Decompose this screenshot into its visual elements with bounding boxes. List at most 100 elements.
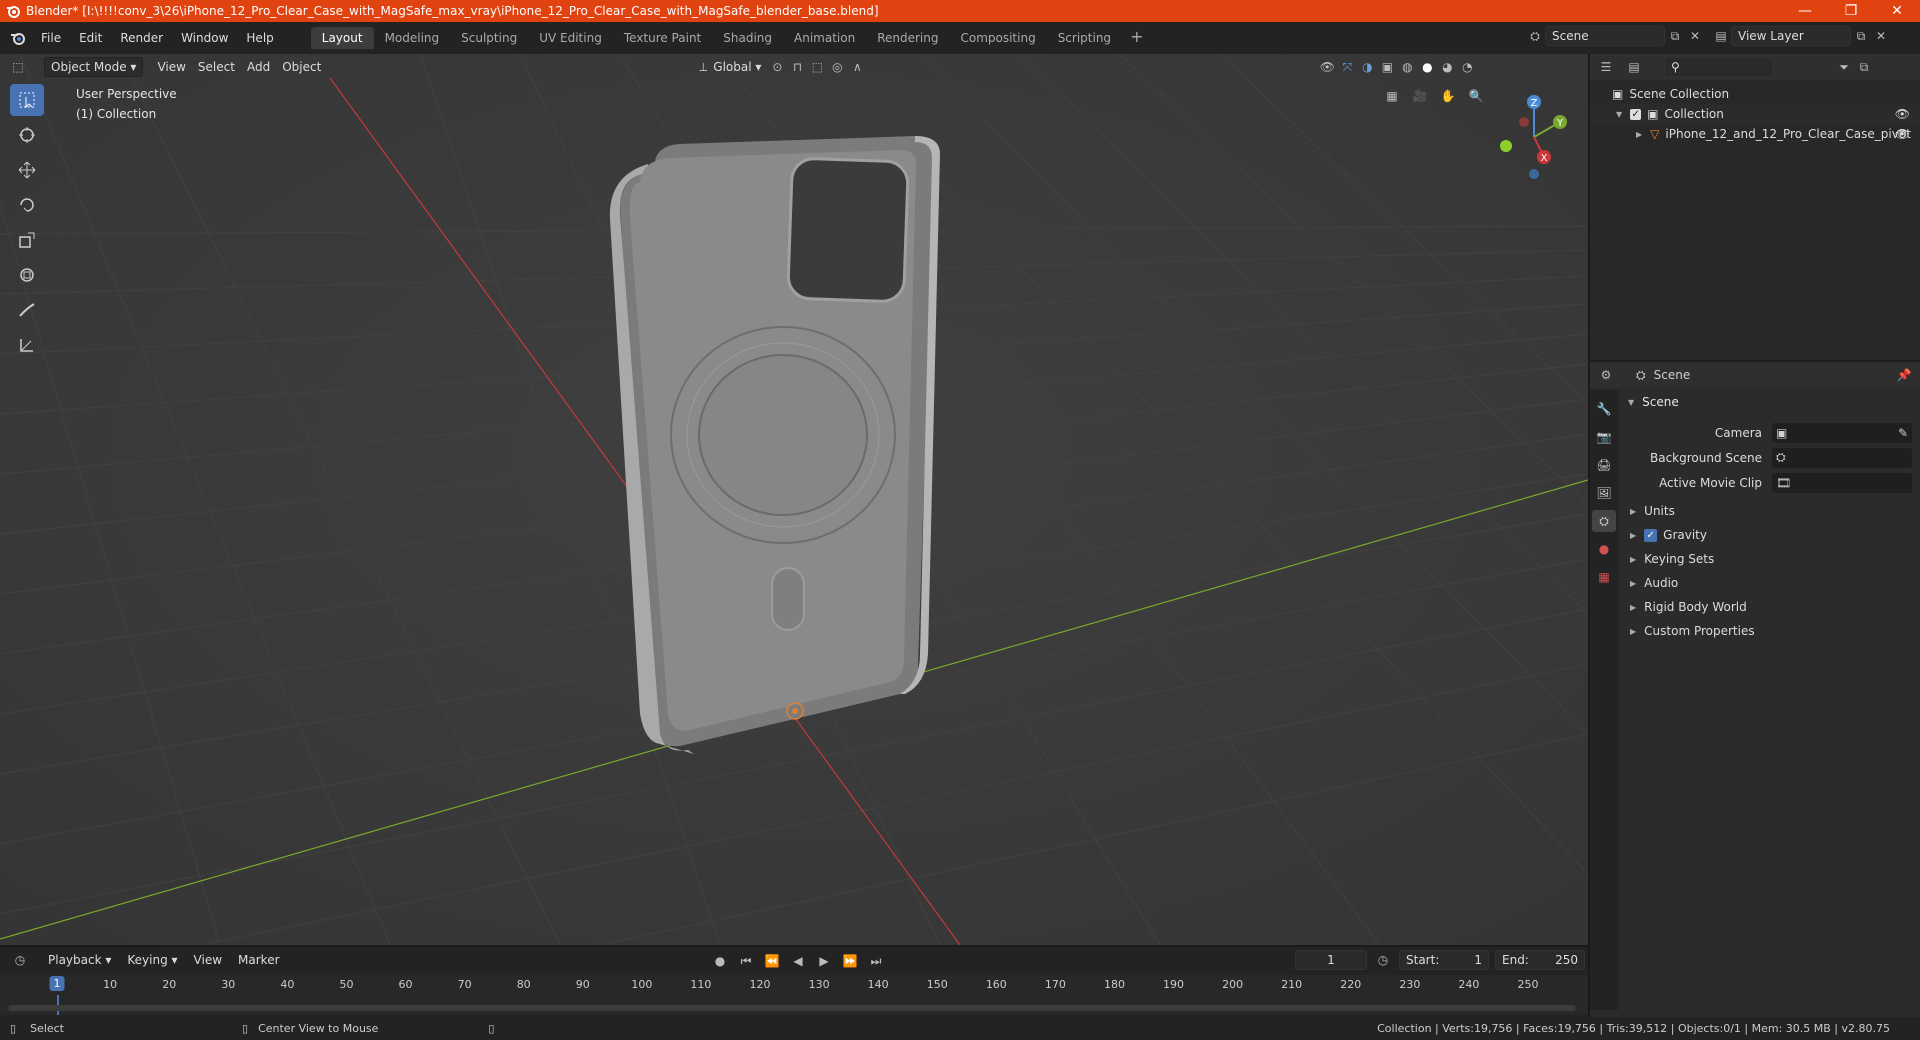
- tab-rendering[interactable]: Rendering: [866, 27, 949, 49]
- playhead-frame-badge[interactable]: 1: [49, 976, 65, 991]
- viewport-menu-add[interactable]: Add: [241, 57, 276, 77]
- blender-menu-icon[interactable]: [4, 26, 32, 50]
- properties-editor-icon[interactable]: ⚙: [1596, 365, 1616, 385]
- gravity-checkbox[interactable]: ✓: [1644, 528, 1658, 542]
- rotate-tool[interactable]: [10, 189, 44, 221]
- outliner-scene-collection[interactable]: ▣ Scene Collection: [1590, 84, 1920, 104]
- scene-icon[interactable]: ⛭: [1525, 26, 1545, 46]
- menu-help[interactable]: Help: [237, 31, 282, 45]
- tab-layout[interactable]: Layout: [310, 27, 374, 49]
- outliner-search-input[interactable]: ⚲: [1664, 57, 1774, 77]
- preview-range-icon[interactable]: ◷: [1373, 950, 1393, 970]
- world-tab-icon[interactable]: ●: [1592, 538, 1616, 560]
- current-frame-field[interactable]: 1: [1295, 950, 1367, 970]
- display-mode-icon[interactable]: ▤: [1624, 57, 1644, 77]
- snap-icon[interactable]: ⊓: [787, 57, 807, 77]
- jump-start-icon[interactable]: ⏮: [736, 951, 756, 971]
- active-movie-clip-field[interactable]: 🎞: [1772, 472, 1912, 493]
- outliner-object-row[interactable]: ▶ ▽ iPhone_12_and_12_Pro_Clear_Case_pivo…: [1590, 124, 1920, 144]
- background-scene-field[interactable]: ⛭: [1772, 447, 1912, 468]
- object-visibility-icon[interactable]: 👁: [1895, 127, 1910, 141]
- pin-icon[interactable]: 📌: [1894, 365, 1914, 385]
- keying-sets-panel[interactable]: ▶ Keying Sets: [1620, 547, 1920, 571]
- xray-toggle-icon[interactable]: ▣: [1377, 57, 1397, 77]
- viewport-menu-object[interactable]: Object: [276, 57, 327, 77]
- tab-animation[interactable]: Animation: [783, 27, 866, 49]
- overlay-toggle-icon[interactable]: ◑: [1357, 57, 1377, 77]
- tab-shading[interactable]: Shading: [712, 27, 783, 49]
- tab-sculpting[interactable]: Sculpting: [450, 27, 528, 49]
- visibility-icon[interactable]: 👁: [1317, 57, 1337, 77]
- object-mode-dropdown[interactable]: Object Mode ▾: [44, 57, 144, 77]
- tool-tab-icon[interactable]: 🔧: [1592, 398, 1616, 420]
- collection-visibility-icon[interactable]: 👁: [1895, 107, 1910, 121]
- transform-tool[interactable]: [10, 259, 44, 291]
- material-shading-icon[interactable]: ◕: [1437, 57, 1457, 77]
- maximize-button[interactable]: ❐: [1828, 0, 1874, 22]
- snap-target-icon[interactable]: ⬚: [807, 57, 827, 77]
- add-workspace-button[interactable]: +: [1122, 27, 1151, 49]
- solid-shading-icon[interactable]: ●: [1417, 57, 1437, 77]
- new-view-layer-icon[interactable]: ⧉: [1851, 26, 1871, 46]
- viewport-menu-view[interactable]: View: [151, 57, 191, 77]
- play-icon[interactable]: ▶: [814, 951, 834, 971]
- minimize-button[interactable]: —: [1782, 0, 1828, 22]
- end-frame-field[interactable]: End: 250: [1495, 950, 1585, 970]
- toggle-perspective-icon[interactable]: ▦: [1382, 86, 1402, 106]
- menu-window[interactable]: Window: [172, 31, 237, 45]
- move-tool[interactable]: [10, 154, 44, 186]
- new-scene-icon[interactable]: ⧉: [1665, 26, 1685, 46]
- texture-tab-icon[interactable]: ▦: [1592, 566, 1616, 588]
- menu-edit[interactable]: Edit: [70, 31, 111, 45]
- falloff-icon[interactable]: ∧: [847, 57, 867, 77]
- delete-view-layer-icon[interactable]: ✕: [1871, 26, 1891, 46]
- transform-orientation-dropdown[interactable]: ⟂ Global ▾: [687, 57, 767, 77]
- timeline-menu-marker[interactable]: Marker: [230, 953, 287, 967]
- collection-checkbox[interactable]: ✓: [1630, 108, 1642, 120]
- prev-keyframe-icon[interactable]: ⏪: [762, 951, 782, 971]
- measure-tool[interactable]: [10, 329, 44, 361]
- jump-end-icon[interactable]: ⏭: [866, 951, 886, 971]
- timeline-menu-playback[interactable]: Playback ▾: [40, 953, 119, 967]
- proportional-edit-icon[interactable]: ◎: [827, 57, 847, 77]
- scale-tool[interactable]: [10, 224, 44, 256]
- gizmo-toggle-icon[interactable]: ⤧: [1337, 57, 1357, 77]
- 3d-viewport[interactable]: ⬚ Object Mode ▾ View Select Add Object ⟂…: [0, 54, 1588, 945]
- audio-panel[interactable]: ▶ Audio: [1620, 571, 1920, 595]
- units-panel[interactable]: ▶ Units: [1620, 499, 1920, 523]
- close-button[interactable]: ✕: [1874, 0, 1920, 22]
- view-layer-selector[interactable]: View Layer: [1731, 26, 1851, 46]
- timeline-editor-icon[interactable]: ◷: [10, 950, 30, 970]
- select-box-tool[interactable]: [10, 84, 44, 116]
- expand-arrow-icon[interactable]: ▼: [1616, 110, 1622, 119]
- record-icon[interactable]: ●: [710, 951, 730, 971]
- view-layer-tab-icon[interactable]: 🖼: [1592, 482, 1616, 504]
- camera-view-icon[interactable]: 🎥: [1410, 86, 1430, 106]
- timeline-scrollbar[interactable]: [8, 1005, 1576, 1011]
- editor-type-icon[interactable]: ⬚: [8, 57, 28, 77]
- pan-hand-icon[interactable]: ✋: [1438, 86, 1458, 106]
- outliner-collection-row[interactable]: ▼ ✓ ▣ Collection 👁: [1590, 104, 1920, 124]
- rendered-shading-icon[interactable]: ◔: [1457, 57, 1477, 77]
- gravity-panel[interactable]: ▶ ✓ Gravity: [1620, 523, 1920, 547]
- start-frame-field[interactable]: Start: 1: [1399, 950, 1489, 970]
- pivot-point-icon[interactable]: ⊙: [767, 57, 787, 77]
- tab-texture-paint[interactable]: Texture Paint: [613, 27, 712, 49]
- scene-selector[interactable]: Scene: [1545, 26, 1665, 46]
- delete-scene-icon[interactable]: ✕: [1685, 26, 1705, 46]
- camera-field[interactable]: ▣ ✎: [1772, 422, 1912, 443]
- scene-tab-icon[interactable]: ⛭: [1592, 510, 1616, 532]
- custom-properties-panel[interactable]: ▶ Custom Properties: [1620, 619, 1920, 643]
- render-tab-icon[interactable]: 📷: [1592, 426, 1616, 448]
- next-keyframe-icon[interactable]: ⏩: [840, 951, 860, 971]
- viewport-menu-select[interactable]: Select: [192, 57, 241, 77]
- annotate-tool[interactable]: [10, 294, 44, 326]
- output-tab-icon[interactable]: 🖨: [1592, 454, 1616, 476]
- tab-scripting[interactable]: Scripting: [1047, 27, 1122, 49]
- filter-icon[interactable]: ⏷: [1834, 57, 1854, 77]
- tab-uv-editing[interactable]: UV Editing: [528, 27, 613, 49]
- eyedropper-icon[interactable]: ✎: [1898, 426, 1908, 440]
- menu-file[interactable]: File: [32, 31, 70, 45]
- view-layer-icon[interactable]: ▤: [1711, 26, 1731, 46]
- outliner-editor-icon[interactable]: ☰: [1596, 57, 1616, 77]
